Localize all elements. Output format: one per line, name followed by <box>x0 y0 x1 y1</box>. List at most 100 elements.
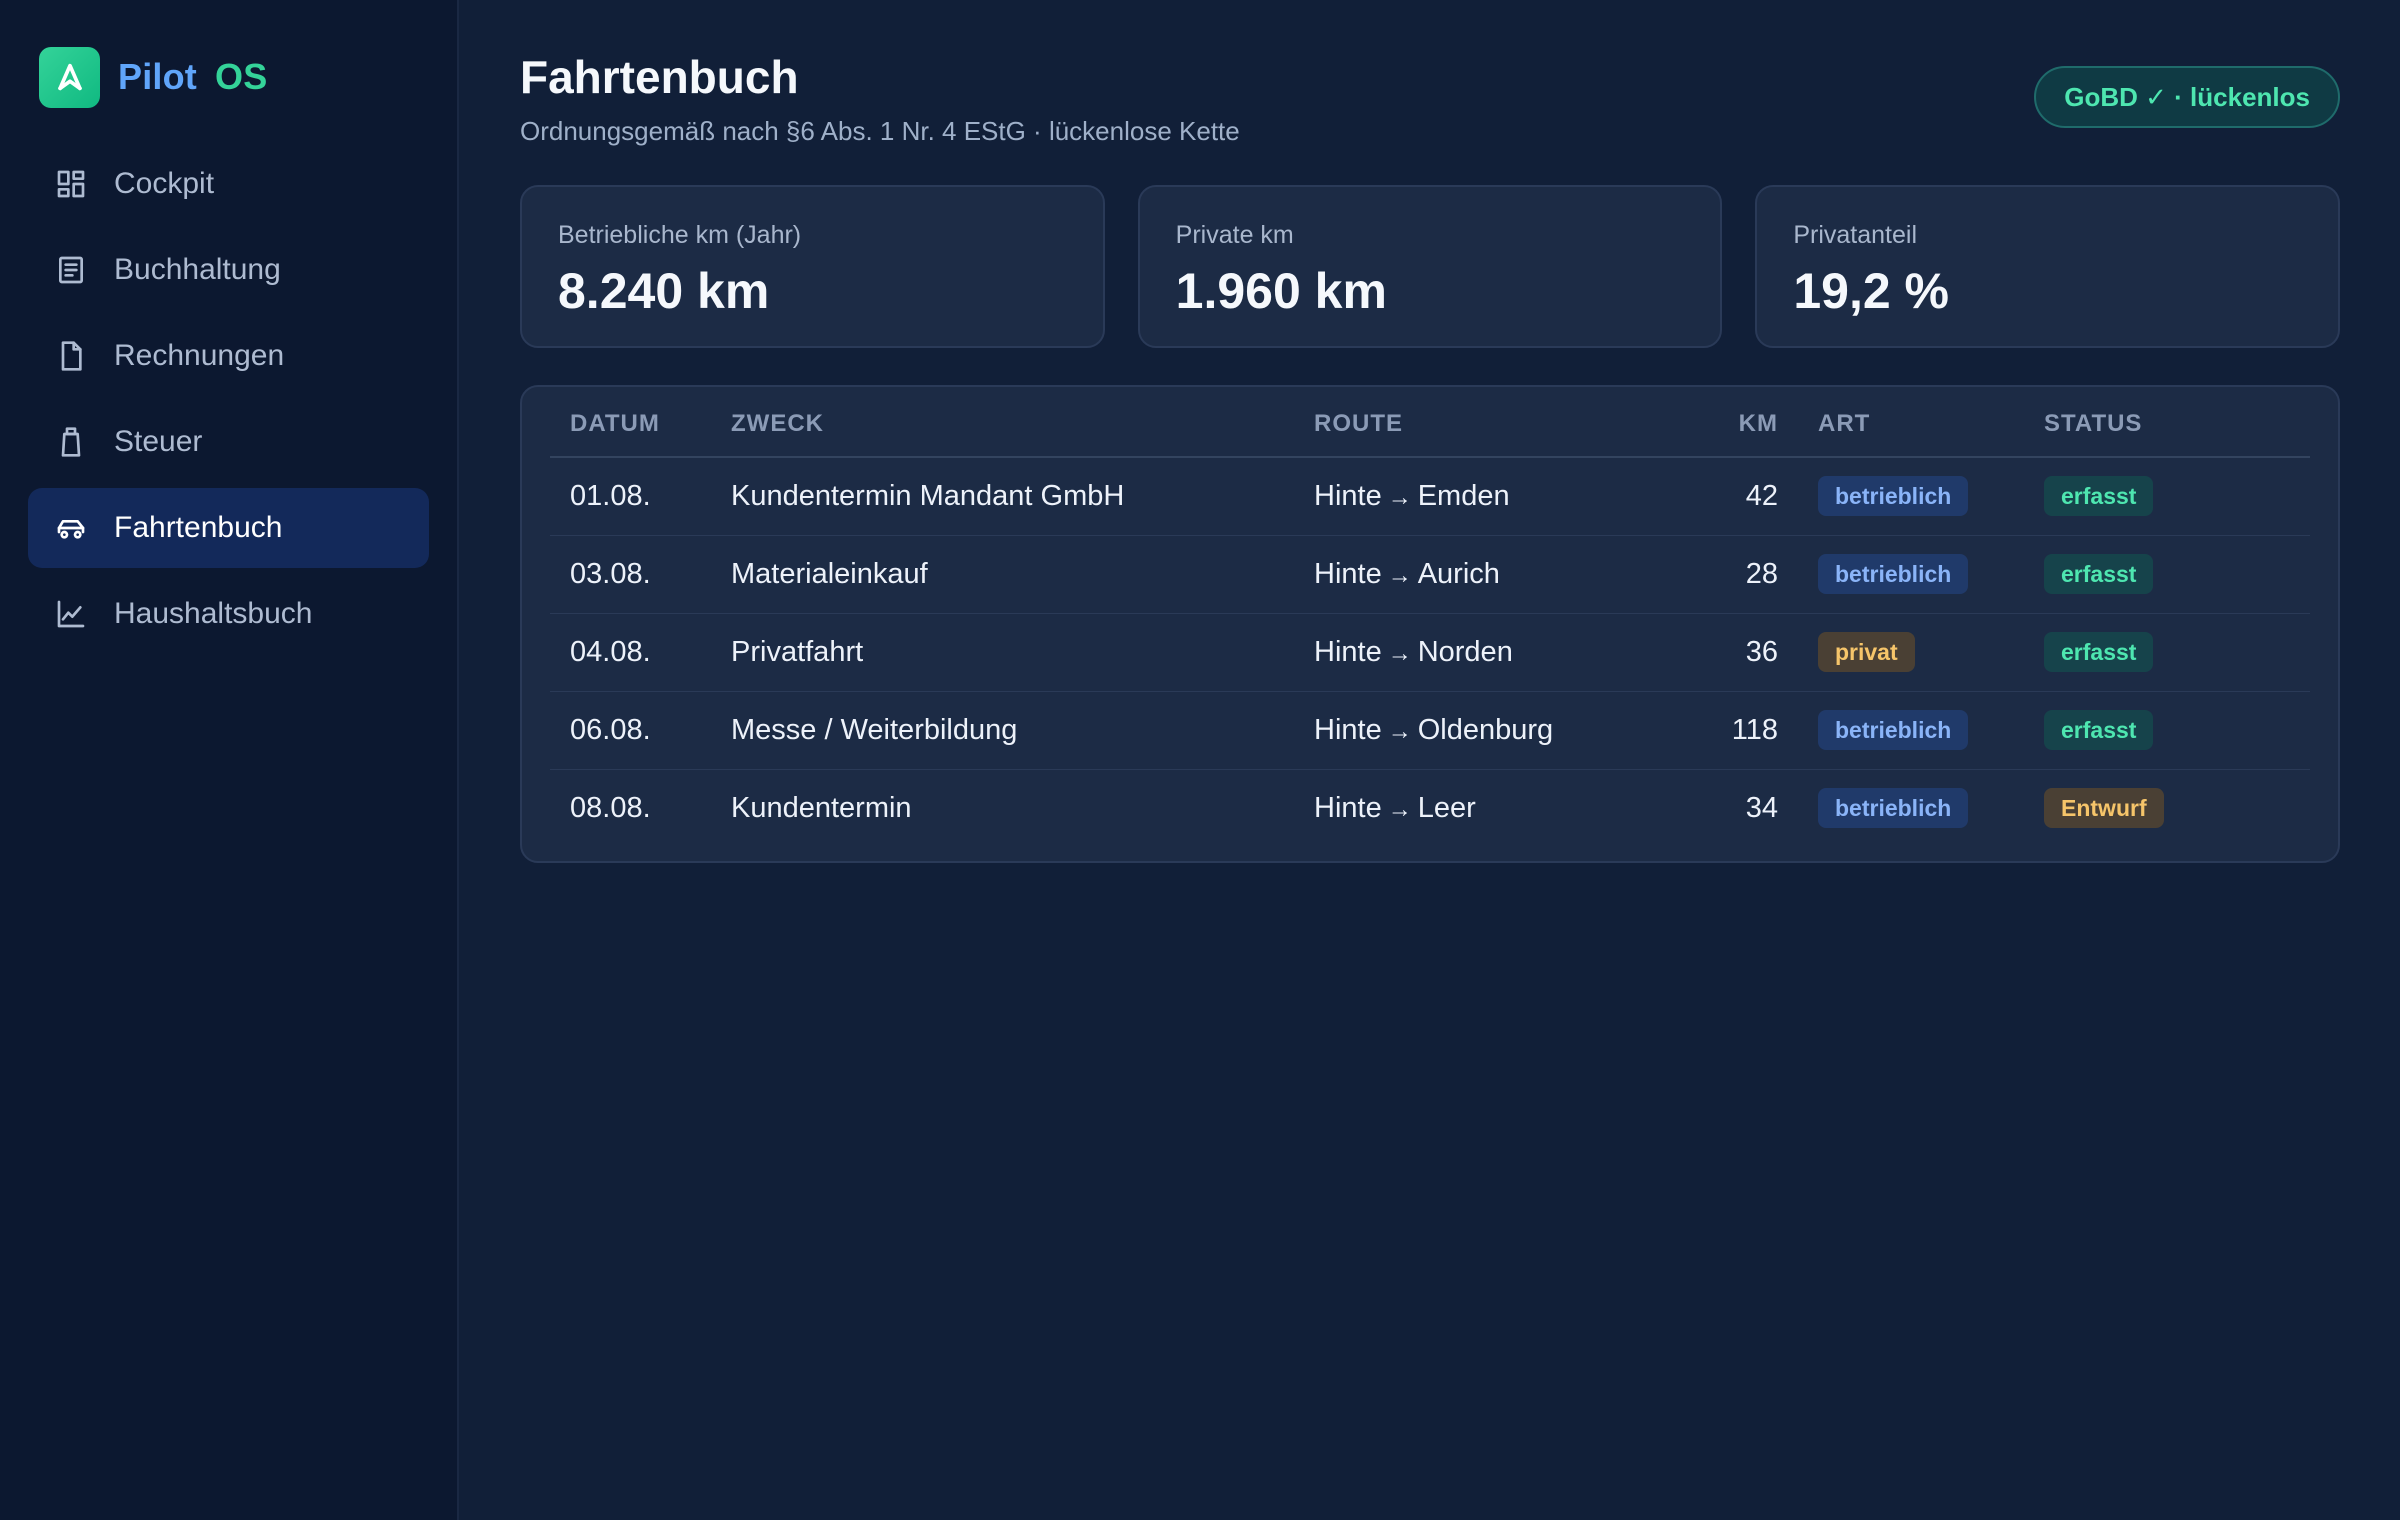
stat-card-private-km: Private km 1.960 km <box>1137 185 1723 348</box>
route-arrow-icon: → <box>1387 639 1412 667</box>
car-icon <box>54 511 88 545</box>
cell-status: erfasst <box>2044 613 2310 692</box>
cell-purpose: Privatfahrt <box>731 613 1314 692</box>
cell-route: Hinte → Norden <box>1314 613 1694 692</box>
cell-km: 28 <box>1694 535 1778 614</box>
route-arrow-icon: → <box>1387 795 1412 823</box>
route-arrow-icon: → <box>1387 561 1412 589</box>
column-header-km[interactable]: KM <box>1694 387 1778 458</box>
cell-status: erfasst <box>2044 535 2310 614</box>
type-badge: betrieblich <box>1818 476 1969 517</box>
route-to: Norden <box>1417 635 1513 668</box>
stat-card-business-km: Betriebliche km (Jahr) 8.240 km <box>520 185 1105 348</box>
cell-km: 36 <box>1694 613 1778 692</box>
cell-route: Hinte → Oldenburg <box>1314 691 1694 770</box>
cell-status: erfasst <box>2044 691 2310 770</box>
trips-table: DATUM ZWECK ROUTE KM ART STATUS 01.08. K… <box>550 387 2310 847</box>
main-content: Fahrtenbuch Ordnungsgemäß nach §6 Abs. 1… <box>459 0 2400 1520</box>
status-badge: erfasst <box>2044 476 2154 517</box>
cell-route: Hinte → Emden <box>1314 457 1694 536</box>
route-to: Leer <box>1417 791 1476 824</box>
sidebar-nav: Cockpit Buchhaltung Rechnungen Steuer Fa… <box>28 144 429 654</box>
sidebar-item-label: Buchhaltung <box>114 253 281 286</box>
type-badge: betrieblich <box>1818 788 1969 829</box>
sidebar-item-label: Rechnungen <box>114 339 285 372</box>
brand-name-part2: OS <box>215 56 268 97</box>
sidebar-item-label: Cockpit <box>114 167 215 200</box>
sidebar-item-haushaltsbuch[interactable]: Haushaltsbuch <box>28 574 429 654</box>
cell-purpose: Kundentermin <box>731 791 912 824</box>
cell-status: erfasst <box>2044 457 2310 536</box>
stat-label: Privatanteil <box>1793 221 1918 249</box>
cell-date: 08.08. <box>570 791 651 824</box>
type-badge: betrieblich <box>1818 710 1969 750</box>
route-to: Emden <box>1417 479 1510 512</box>
sidebar-item-buchhaltung[interactable]: Buchhaltung <box>28 230 429 310</box>
column-header-type[interactable]: ART <box>1778 387 2044 458</box>
cell-purpose: Messe / Weiterbildung <box>731 691 1314 770</box>
dashboard-icon <box>54 167 88 201</box>
route-from: Hinte <box>1314 557 1382 590</box>
table-row[interactable]: 06.08. Messe / Weiterbildung Hinte → Olden… <box>550 691 2310 770</box>
type-badge: privat <box>1818 632 1915 672</box>
sidebar-item-rechnungen[interactable]: Rechnungen <box>28 316 429 396</box>
column-header-route[interactable]: ROUTE <box>1314 387 1694 458</box>
cell-type: privat <box>1778 613 2044 692</box>
stat-label: Private km <box>1175 221 1294 249</box>
table-header-row: DATUM ZWECK ROUTE KM ART STATUS <box>550 387 2310 458</box>
app-root: Pilot OS Cockpit Buchhaltung Rechnungen … <box>0 0 2400 1520</box>
tax-icon <box>54 425 88 459</box>
cell-date: 01.08. <box>550 457 731 536</box>
column-header-status[interactable]: STATUS <box>2044 387 2310 458</box>
table-row[interactable]: 08.08. Kundentermin Hinte → Leer 34 betrie… <box>550 769 2310 847</box>
brand-name: Pilot OS <box>118 56 267 98</box>
table-row[interactable]: 01.08. Kundentermin Mandant GmbH Hinte → E… <box>550 457 2310 536</box>
stat-value: 8.240 km <box>558 263 770 319</box>
sidebar-item-fahrtenbuch[interactable]: Fahrtenbuch <box>28 488 429 568</box>
cell-status: Entwurf <box>2044 769 2310 847</box>
type-badge: betrieblich <box>1818 554 1969 594</box>
sidebar-item-steuer[interactable]: Steuer <box>28 402 429 482</box>
document-icon <box>54 339 88 373</box>
table-row[interactable]: 04.08. Privatfahrt Hinte → Norden 36 priva… <box>550 613 2310 692</box>
cell-km: 42 <box>1694 457 1778 536</box>
ledger-icon <box>54 253 88 287</box>
stat-value: 19,2 % <box>1793 263 1950 319</box>
cell-type: betrieblich <box>1778 457 2044 536</box>
route-to: Aurich <box>1417 557 1500 590</box>
chart-line-icon <box>54 597 88 631</box>
route-from: Hinte <box>1314 791 1382 824</box>
cell-km: 34 <box>1745 791 1778 824</box>
brand-logo-icon <box>39 46 100 108</box>
column-header-date[interactable]: DATUM <box>550 387 731 458</box>
route-to: Oldenburg <box>1417 713 1554 746</box>
cell-date: 03.08. <box>550 535 731 614</box>
brand[interactable]: Pilot OS <box>28 46 429 108</box>
status-badge: erfasst <box>2044 710 2154 750</box>
cell-route: Hinte → Aurich <box>1314 535 1694 614</box>
sidebar-item-label: Haushaltsbuch <box>114 597 313 630</box>
sidebar: Pilot OS Cockpit Buchhaltung Rechnungen … <box>0 0 459 1520</box>
cell-purpose: Kundentermin Mandant GmbH <box>731 457 1314 536</box>
trips-table-card: DATUM ZWECK ROUTE KM ART STATUS 01.08. K… <box>520 385 2340 863</box>
stat-card-private-share: Privatanteil 19,2 % <box>1755 185 2341 348</box>
cell-km: 118 <box>1694 691 1778 770</box>
table-row[interactable]: 03.08. Materialeinkauf Hinte → Aurich 28 b… <box>550 535 2310 614</box>
stats-row: Betriebliche km (Jahr) 8.240 km Private … <box>520 185 2341 348</box>
status-badge: erfasst <box>2044 554 2154 594</box>
cell-date: 06.08. <box>550 691 731 770</box>
cell-purpose: Materialeinkauf <box>731 535 1314 614</box>
stat-label: Betriebliche km (Jahr) <box>558 221 802 249</box>
status-badge: Entwurf <box>2044 788 2164 829</box>
column-header-purpose[interactable]: ZWECK <box>731 387 1314 458</box>
brand-name-part1: Pilot <box>118 56 197 97</box>
route-arrow-icon: → <box>1387 717 1412 745</box>
route-from: Hinte <box>1314 713 1382 746</box>
cell-type: betrieblich <box>1778 535 2044 614</box>
cell-type: betrieblich <box>1778 769 2044 847</box>
sidebar-item-cockpit[interactable]: Cockpit <box>28 144 429 224</box>
route-from: Hinte <box>1314 635 1382 668</box>
sidebar-item-label: Steuer <box>114 425 203 458</box>
cell-date: 04.08. <box>550 613 731 692</box>
route-from: Hinte <box>1314 479 1382 512</box>
